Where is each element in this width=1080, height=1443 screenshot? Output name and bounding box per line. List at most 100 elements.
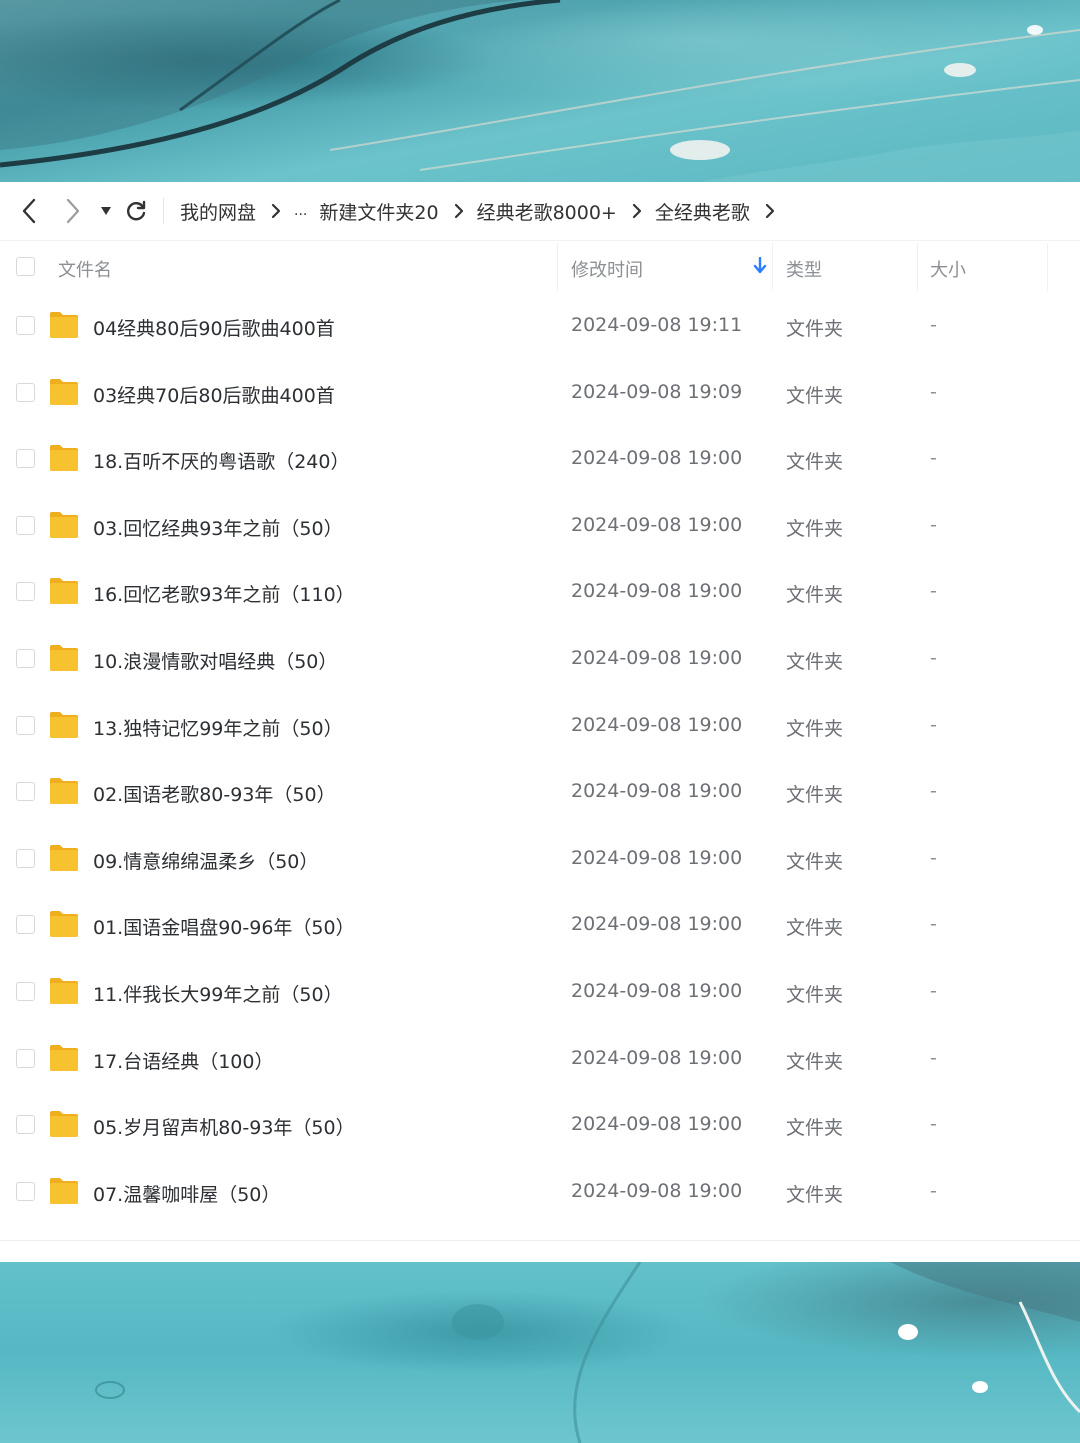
row-checkbox[interactable]	[16, 582, 35, 602]
refresh-button[interactable]	[121, 196, 151, 226]
file-modified-time: 2024-09-08 19:00	[571, 846, 743, 869]
file-type: 文件夹	[786, 651, 844, 673]
folder-icon	[50, 1044, 78, 1071]
table-row[interactable]: 01.国语金唱盘90-96年（50） 2024-09-08 19:00 文件夹 -	[0, 893, 1080, 959]
select-all-checkbox[interactable]	[16, 257, 35, 276]
table-row[interactable]: 10.浪漫情歌对唱经典（50） 2024-09-08 19:00 文件夹 -	[0, 627, 1080, 693]
folder-icon	[50, 911, 78, 938]
folder-icon	[50, 778, 78, 805]
file-name[interactable]: 07.温馨咖啡屋（50）	[93, 1180, 280, 1207]
breadcrumb-item-folder-2[interactable]: 经典老歌8000+	[477, 198, 617, 225]
toolbar-divider	[163, 198, 164, 224]
chevron-left-icon	[22, 198, 36, 224]
row-checkbox[interactable]	[16, 316, 35, 335]
file-name[interactable]: 18.百听不厌的粤语歌（240）	[93, 447, 349, 474]
forward-button[interactable]	[58, 196, 88, 226]
bottom-background-image	[0, 1262, 1080, 1443]
file-size: -	[930, 980, 937, 1002]
file-name[interactable]: 03经典70后80后歌曲400首	[93, 381, 335, 408]
history-dropdown-button[interactable]	[91, 196, 121, 226]
file-modified-time: 2024-09-08 19:11	[571, 314, 743, 336]
table-row[interactable]: 16.回忆老歌93年之前（110） 2024-09-08 19:00 文件夹 -	[0, 560, 1080, 626]
file-name[interactable]: 17.台语经典（100）	[93, 1047, 273, 1074]
file-size: -	[930, 913, 937, 936]
file-name[interactable]: 11.伴我长大99年之前（50）	[93, 980, 343, 1007]
column-divider	[557, 243, 558, 291]
column-header-type[interactable]: 类型	[786, 256, 822, 282]
file-modified-time: 2024-09-08 19:00	[571, 1046, 743, 1069]
panel-divider	[0, 1240, 1080, 1241]
folder-icon	[50, 844, 78, 871]
file-name[interactable]: 02.国语老歌80-93年（50）	[93, 780, 336, 807]
breadcrumb-item-ellipsis[interactable]: ...	[294, 203, 307, 219]
file-name[interactable]: 01.国语金唱盘90-96年（50）	[93, 913, 355, 940]
breadcrumb-item-current[interactable]: 全经典老歌	[655, 198, 750, 225]
file-modified-time: 2024-09-08 19:00	[571, 447, 743, 470]
table-row[interactable]: 03.回忆经典93年之前（50） 2024-09-08 19:00 文件夹 -	[0, 494, 1080, 560]
row-checkbox[interactable]	[16, 382, 35, 402]
folder-icon	[50, 312, 78, 338]
chevron-right-icon	[764, 203, 776, 219]
file-size: -	[930, 780, 937, 803]
table-row[interactable]: 17.台语经典（100） 2024-09-08 19:00 文件夹 -	[0, 1027, 1080, 1093]
table-row[interactable]: 11.伴我长大99年之前（50） 2024-09-08 19:00 文件夹 -	[0, 960, 1080, 1026]
file-name[interactable]: 16.回忆老歌93年之前（110）	[93, 580, 355, 607]
breadcrumb: 我的网盘 ... 新建文件夹20 经典老歌8000+ 全经典老歌	[180, 182, 788, 240]
file-size: -	[930, 1113, 937, 1136]
breadcrumb-item-root[interactable]: 我的网盘	[180, 198, 256, 225]
folder-icon	[50, 1111, 78, 1138]
arrow-down-icon[interactable]	[753, 257, 767, 275]
file-name[interactable]: 04经典80后90后歌曲400首	[93, 314, 335, 341]
file-size: -	[930, 1179, 937, 1202]
table-row[interactable]: 03经典70后80后歌曲400首 2024-09-08 19:09 文件夹 -	[0, 361, 1080, 427]
file-modified-time: 2024-09-08 19:00	[571, 513, 743, 536]
folder-icon	[50, 445, 78, 472]
file-modified-time: 2024-09-08 19:00	[571, 1113, 743, 1136]
row-checkbox[interactable]	[16, 915, 35, 935]
file-size: -	[930, 513, 937, 536]
column-header-size[interactable]: 大小	[930, 256, 966, 282]
file-modified-time: 2024-09-08 19:09	[571, 380, 743, 403]
row-checkbox[interactable]	[16, 515, 35, 535]
row-checkbox[interactable]	[16, 449, 35, 469]
row-checkbox[interactable]	[16, 649, 35, 668]
file-modified-time: 2024-09-08 19:00	[571, 980, 743, 1002]
column-header-modified[interactable]: 修改时间	[571, 256, 643, 282]
file-type: 文件夹	[786, 318, 844, 340]
file-modified-time: 2024-09-08 19:00	[571, 713, 743, 736]
table-row[interactable]: 07.温馨咖啡屋（50） 2024-09-08 19:00 文件夹 -	[0, 1160, 1080, 1226]
row-checkbox[interactable]	[16, 715, 35, 735]
table-row[interactable]: 02.国语老歌80-93年（50） 2024-09-08 19:00 文件夹 -	[0, 760, 1080, 826]
file-size: -	[930, 647, 937, 669]
refresh-icon	[127, 200, 146, 221]
folder-icon	[50, 578, 78, 605]
file-size: -	[930, 846, 937, 869]
file-browser-panel: 我的网盘 ... 新建文件夹20 经典老歌8000+ 全经典老歌 文件名 修改时…	[0, 182, 1080, 1262]
table-row[interactable]: 13.独特记忆99年之前（50） 2024-09-08 19:00 文件夹 -	[0, 694, 1080, 760]
row-checkbox[interactable]	[16, 1048, 35, 1068]
back-button[interactable]	[14, 196, 44, 226]
file-size: -	[930, 380, 937, 403]
table-row[interactable]: 09.情意绵绵温柔乡（50） 2024-09-08 19:00 文件夹 -	[0, 827, 1080, 893]
file-name[interactable]: 09.情意绵绵温柔乡（50）	[93, 847, 318, 874]
file-name[interactable]: 03.回忆经典93年之前（50）	[93, 514, 343, 541]
table-row[interactable]: 18.百听不厌的粤语歌（240） 2024-09-08 19:00 文件夹 -	[0, 427, 1080, 493]
chevron-right-icon	[453, 203, 465, 219]
file-name[interactable]: 13.独特记忆99年之前（50）	[93, 714, 343, 741]
row-checkbox[interactable]	[16, 1181, 35, 1201]
row-checkbox[interactable]	[16, 1115, 35, 1135]
table-row[interactable]: 05.岁月留声机80-93年（50） 2024-09-08 19:00 文件夹 -	[0, 1093, 1080, 1159]
row-checkbox[interactable]	[16, 848, 35, 868]
table-row[interactable]: 04经典80后90后歌曲400首 2024-09-08 19:11 文件夹 -	[0, 294, 1080, 360]
row-checkbox[interactable]	[16, 982, 35, 1001]
file-type: 文件夹	[786, 1050, 844, 1073]
breadcrumb-item-folder-1[interactable]: 新建文件夹20	[319, 198, 438, 225]
file-name[interactable]: 05.岁月留声机80-93年（50）	[93, 1113, 355, 1140]
row-checkbox[interactable]	[16, 782, 35, 802]
file-type: 文件夹	[786, 451, 844, 474]
file-name[interactable]: 10.浪漫情歌对唱经典（50）	[93, 647, 337, 674]
chevron-right-icon	[631, 203, 643, 219]
column-header-name[interactable]: 文件名	[58, 256, 112, 282]
folder-icon	[50, 378, 78, 405]
column-divider	[917, 243, 918, 291]
